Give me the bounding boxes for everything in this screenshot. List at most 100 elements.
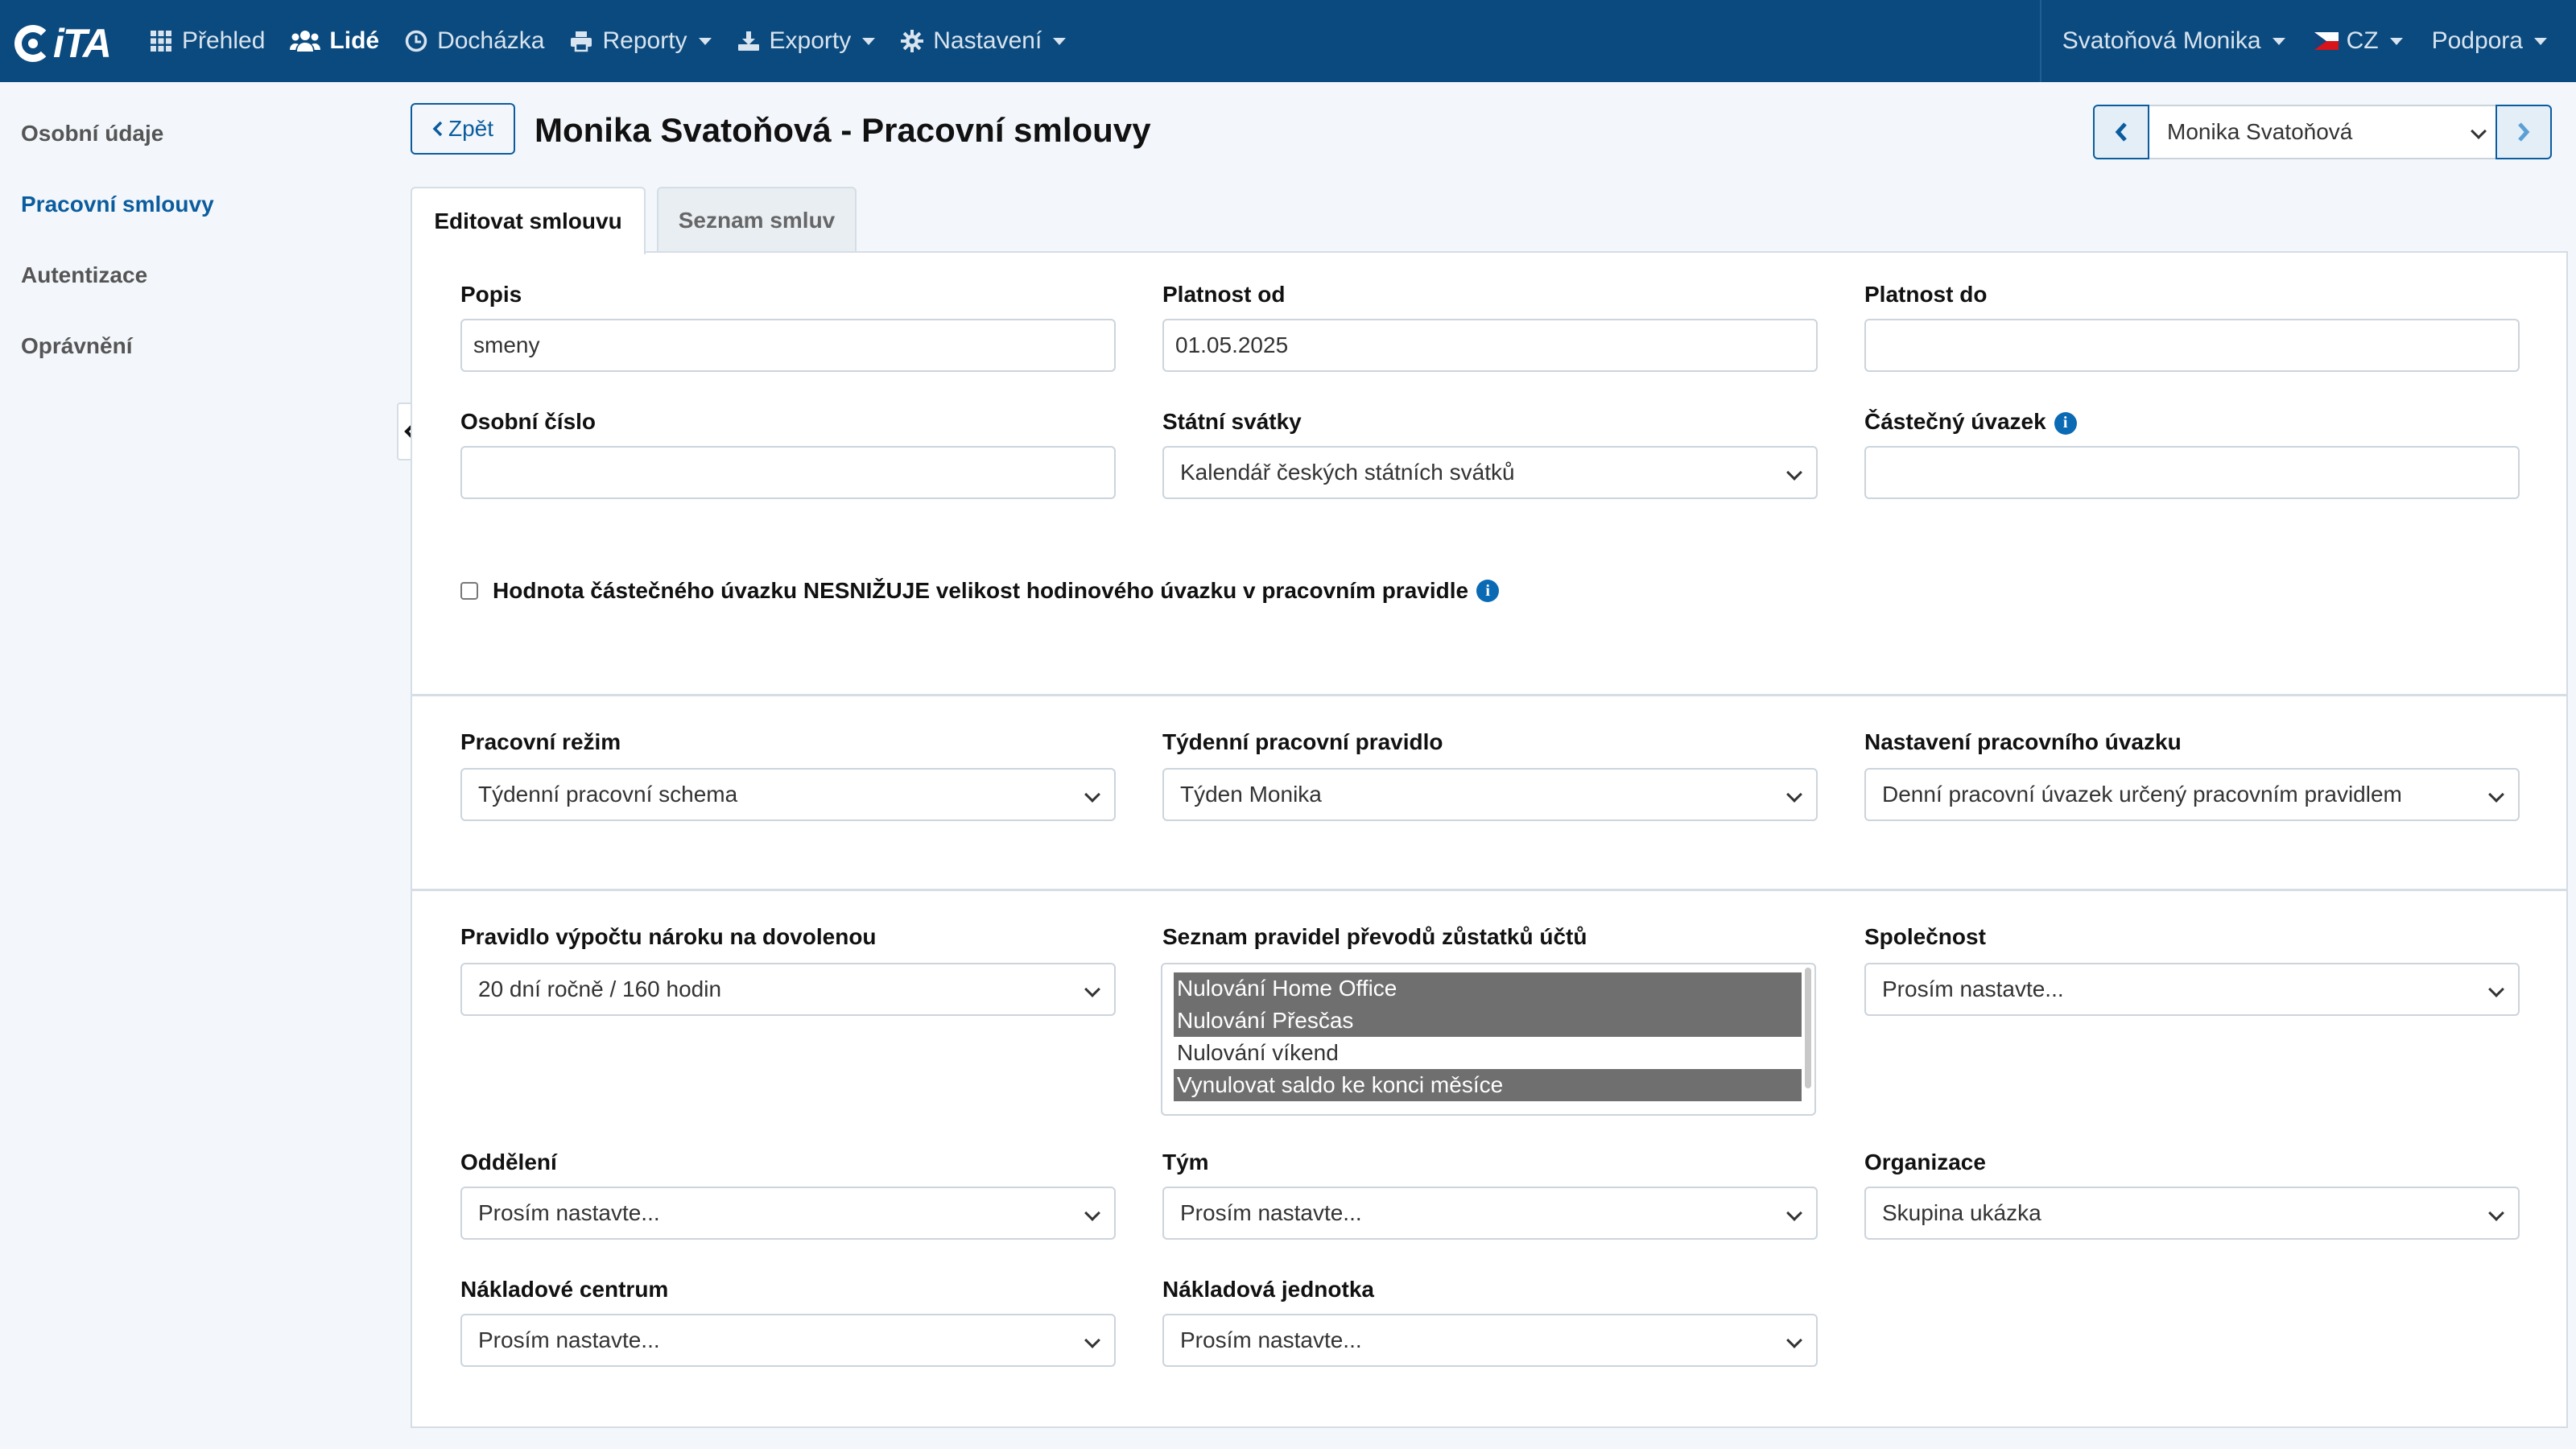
tym-select[interactable]: Prosím nastavte... bbox=[1162, 1187, 1818, 1240]
platnost-od-label: Platnost od bbox=[1162, 282, 1286, 307]
users-icon bbox=[289, 28, 321, 54]
prevody-label: Seznam pravidel převodů zůstatků účtů bbox=[1162, 924, 1587, 949]
info-icon[interactable]: i bbox=[2054, 411, 2077, 435]
checkbox-row: Hodnota částečného úvazku NESNIŽUJE veli… bbox=[460, 578, 1500, 604]
nastaveni-uvazku-label: Nastavení pracovního úvazku bbox=[1864, 729, 2182, 754]
nakladova-jednotka-value: Prosím nastavte... bbox=[1180, 1327, 1362, 1352]
platnost-do-input[interactable] bbox=[1864, 319, 2520, 372]
popis-input[interactable]: smeny bbox=[460, 319, 1116, 372]
tydenni-pravidlo-value: Týden Monika bbox=[1180, 782, 1322, 807]
language-menu[interactable]: CZ bbox=[2314, 0, 2403, 82]
multiselect-option[interactable]: Vynulovat saldo ke konci měsíce bbox=[1174, 1069, 1802, 1101]
castecny-uvazek-label-wrap: Částečný úvazek i bbox=[1864, 409, 2077, 435]
platnost-od-value: 01.05.2025 bbox=[1175, 332, 1289, 357]
previous-person-button[interactable] bbox=[2093, 105, 2149, 159]
support-menu[interactable]: Podpora bbox=[2432, 0, 2547, 82]
multiselect-option[interactable]: Nulování víkend bbox=[1174, 1037, 1802, 1069]
nav-item-lide[interactable]: Lidé bbox=[289, 0, 379, 82]
language-code: CZ bbox=[2346, 27, 2379, 54]
platnost-od-input[interactable]: 01.05.2025 bbox=[1162, 319, 1818, 372]
organizace-value: Skupina ukázka bbox=[1882, 1200, 2041, 1225]
chevron-down-icon bbox=[2488, 786, 2504, 803]
tydenni-pravidlo-label: Týdenní pracovní pravidlo bbox=[1162, 729, 1443, 754]
nav-item-dochazka[interactable]: Docházka bbox=[403, 0, 544, 82]
nav-item-nastaveni[interactable]: Nastavení bbox=[899, 0, 1067, 82]
section-divider bbox=[412, 889, 2566, 891]
chevron-left-icon bbox=[2115, 122, 2127, 142]
back-label: Zpět bbox=[448, 116, 494, 141]
main-nav: Přehled Lidé Docházka Reporty Exporty Na… bbox=[148, 0, 1090, 82]
statni-svatky-select[interactable]: Kalendář českých státních svátků bbox=[1162, 446, 1818, 499]
back-button[interactable]: Zpět bbox=[411, 103, 515, 155]
pracovni-rezim-value: Týdenní pracovní schema bbox=[478, 782, 738, 807]
chevron-down-icon bbox=[1786, 786, 1802, 803]
nesnizuje-checkbox[interactable] bbox=[460, 582, 478, 600]
user-menu[interactable]: Svatoňová Monika bbox=[2062, 0, 2285, 82]
chevron-down-icon bbox=[1786, 464, 1802, 481]
statni-svatky-value: Kalendář českých státních svátků bbox=[1180, 460, 1515, 485]
clock-icon bbox=[403, 28, 429, 54]
nav-item-reporty[interactable]: Reporty bbox=[568, 0, 712, 82]
sidebar-item-osobni-udaje[interactable]: Osobní údaje bbox=[21, 121, 163, 147]
nav-label: Přehled bbox=[182, 27, 266, 54]
prevody-multiselect[interactable]: Nulování Home Office Nulování Přesčas Nu… bbox=[1161, 963, 1816, 1116]
person-select-value: Monika Svatoňová bbox=[2167, 119, 2353, 144]
oddeleni-label: Oddělení bbox=[460, 1150, 557, 1174]
multiselect-scrollbar[interactable] bbox=[1805, 968, 1811, 1088]
organizace-select[interactable]: Skupina ukázka bbox=[1864, 1187, 2520, 1240]
spolecnost-select[interactable]: Prosím nastavte... bbox=[1864, 963, 2520, 1016]
tydenni-pravidlo-select[interactable]: Týden Monika bbox=[1162, 768, 1818, 821]
platnost-do-label: Platnost do bbox=[1864, 282, 1988, 307]
chevron-down-icon bbox=[2488, 1205, 2504, 1221]
pracovni-rezim-label: Pracovní režim bbox=[460, 729, 621, 754]
logo-text: iTA bbox=[53, 21, 112, 66]
chevron-right-icon bbox=[2518, 122, 2530, 142]
export-icon bbox=[736, 28, 762, 54]
person-select[interactable]: Monika Svatoňová bbox=[2149, 105, 2496, 159]
chevron-down-icon bbox=[1084, 786, 1100, 803]
nav-item-prehled[interactable]: Přehled bbox=[148, 0, 265, 82]
next-person-button[interactable] bbox=[2496, 105, 2552, 159]
nav-label: Exporty bbox=[769, 27, 852, 54]
popis-label: Popis bbox=[460, 282, 522, 307]
nastaveni-uvazku-select[interactable]: Denní pracovní úvazek určený pracovním p… bbox=[1864, 768, 2520, 821]
nastaveni-uvazku-value: Denní pracovní úvazek určený pracovním p… bbox=[1882, 782, 2402, 807]
nakladova-jednotka-select[interactable]: Prosím nastavte... bbox=[1162, 1314, 1818, 1367]
nakladove-centrum-select[interactable]: Prosím nastavte... bbox=[460, 1314, 1116, 1367]
tab-seznam-smluv[interactable]: Seznam smluv bbox=[657, 187, 857, 253]
sidebar-item-opravneni[interactable]: Oprávnění bbox=[21, 333, 132, 359]
nakladova-jednotka-label: Nákladová jednotka bbox=[1162, 1277, 1374, 1302]
chevron-down-icon bbox=[2488, 981, 2504, 997]
tym-label: Tým bbox=[1162, 1150, 1209, 1174]
chevron-down-icon bbox=[1084, 1205, 1100, 1221]
multiselect-option[interactable]: Nulování Home Office bbox=[1174, 972, 1802, 1005]
statni-svatky-label: Státní svátky bbox=[1162, 409, 1302, 434]
dovolena-select[interactable]: 20 dní ročně / 160 hodin bbox=[460, 963, 1116, 1016]
logo[interactable]: iTA bbox=[14, 21, 124, 66]
print-icon bbox=[568, 28, 594, 54]
chevron-down-icon bbox=[862, 37, 876, 45]
castecny-uvazek-input[interactable] bbox=[1864, 446, 2520, 499]
osobni-cislo-label: Osobní číslo bbox=[460, 409, 597, 434]
chevron-down-icon bbox=[2471, 123, 2487, 139]
spolecnost-value: Prosím nastavte... bbox=[1882, 976, 2064, 1001]
chevron-down-icon bbox=[2389, 37, 2403, 45]
multiselect-option[interactable]: Nulování Přesčas bbox=[1174, 1005, 1802, 1037]
castecny-uvazek-label: Částečný úvazek bbox=[1864, 409, 2046, 434]
pracovni-rezim-select[interactable]: Týdenní pracovní schema bbox=[460, 768, 1116, 821]
chevron-left-icon bbox=[432, 121, 443, 137]
nakladove-centrum-label: Nákladové centrum bbox=[460, 1277, 669, 1302]
osobni-cislo-input[interactable] bbox=[460, 446, 1116, 499]
info-icon[interactable]: i bbox=[1476, 580, 1500, 602]
oddeleni-value: Prosím nastavte... bbox=[478, 1200, 660, 1225]
chevron-down-icon bbox=[1786, 1205, 1802, 1221]
sidebar-item-autentizace[interactable]: Autentizace bbox=[21, 262, 147, 288]
page-title: Monika Svatoňová - Pracovní smlouvy bbox=[535, 111, 1151, 149]
nav-item-exporty[interactable]: Exporty bbox=[736, 0, 876, 82]
sidebar-item-pracovni-smlouvy[interactable]: Pracovní smlouvy bbox=[21, 192, 214, 217]
nakladove-centrum-value: Prosím nastavte... bbox=[478, 1327, 660, 1352]
nesnizuje-checkbox-label[interactable]: Hodnota částečného úvazku NESNIŽUJE veli… bbox=[493, 578, 1468, 604]
dovolena-value: 20 dní ročně / 160 hodin bbox=[478, 976, 722, 1001]
oddeleni-select[interactable]: Prosím nastavte... bbox=[460, 1187, 1116, 1240]
tab-editovat-smlouvu[interactable]: Editovat smlouvu bbox=[411, 187, 646, 254]
